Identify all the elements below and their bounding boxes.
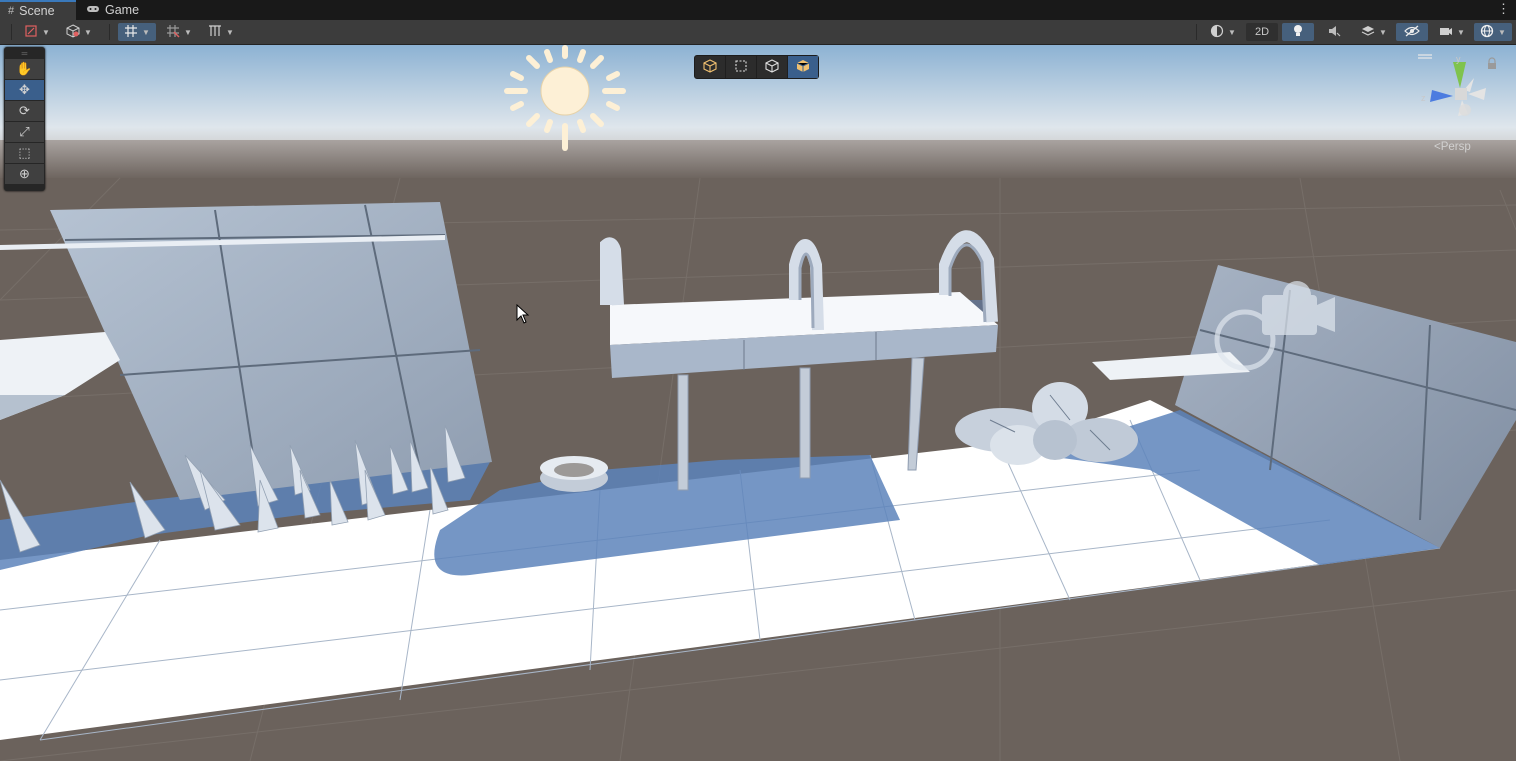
chevron-down-icon: ▼ [184, 27, 192, 37]
gizmo-center-cube[interactable] [1455, 88, 1467, 100]
view-tool-button[interactable]: ✋ [5, 59, 44, 79]
component-tools-overlay [694, 55, 819, 79]
grid-snap-icon [124, 24, 138, 41]
lightbulb-icon [1292, 24, 1304, 41]
chevron-down-icon: ▼ [1228, 27, 1236, 37]
hand-icon: ✋ [16, 61, 33, 76]
chevron-down-icon: ▼ [1457, 27, 1465, 37]
cube-wire-button[interactable] [757, 56, 788, 78]
render-mode-button[interactable]: ▼ [60, 23, 98, 41]
tab-scene[interactable]: # Scene [0, 0, 76, 20]
shading-button[interactable]: ▼ [1204, 23, 1242, 41]
rotate-icon: ⟳ [19, 103, 30, 118]
gizmos-button[interactable]: ▼ [1474, 23, 1512, 41]
gizmo-ball [1459, 104, 1471, 116]
mouse-cursor-icon [516, 303, 530, 327]
y-axis-label: y [1456, 54, 1461, 64]
more-options-icon[interactable]: ⋮ [1497, 2, 1510, 16]
toolbar-separator [1196, 24, 1197, 40]
move-icon: ✥ [19, 82, 30, 97]
dashed-rect-icon [734, 59, 748, 76]
grid-icon: # [8, 5, 15, 17]
projection-toggle[interactable]: <Persp [1434, 141, 1471, 153]
toolbar-separator [109, 24, 110, 40]
cube-solid-button[interactable] [788, 56, 818, 78]
chevron-down-icon: ▼ [84, 27, 92, 37]
grid-snap-button[interactable]: ▼ [118, 23, 156, 41]
lighting-toggle[interactable] [1282, 23, 1314, 41]
chevron-down-icon: ▼ [226, 27, 234, 37]
pivot-cube-button[interactable] [695, 56, 726, 78]
rotate-tool-button[interactable]: ⟳ [5, 101, 44, 121]
tab-game[interactable]: Game [78, 0, 148, 20]
layers-icon [1361, 24, 1375, 41]
gizmo-globe-icon [1480, 24, 1494, 41]
chevron-down-icon: ▼ [1498, 27, 1506, 37]
scene-visibility-toggle[interactable] [1396, 23, 1428, 41]
cube-solid-icon [796, 59, 810, 76]
scale-tool-button[interactable]: ⤢ [5, 122, 44, 142]
sun-icon[interactable] [503, 44, 627, 152]
z-axis-cone[interactable] [1430, 90, 1453, 102]
horizon-haze [0, 140, 1516, 180]
transform-tool-button[interactable]: ⊕ [5, 164, 44, 184]
increment-snap-icon [166, 24, 180, 41]
eye-hidden-icon [1404, 25, 1420, 40]
audio-toggle[interactable] [1318, 23, 1350, 41]
chevron-down-icon: ▼ [1379, 27, 1387, 37]
projection-label: Persp [1440, 141, 1471, 153]
drag-handle-icon[interactable]: ═ [4, 47, 45, 59]
move-tool-button[interactable]: ✥ [5, 80, 44, 100]
rect-select-button[interactable] [726, 56, 757, 78]
two-d-toggle[interactable]: 2D [1246, 23, 1278, 41]
scene-toolbar: ▼ ▼ ▼ ▼ ▼ ▼ 2D ▼ ▼ ▼ [0, 20, 1516, 45]
cube-icon [703, 58, 717, 76]
increment-snap-button[interactable]: ▼ [160, 23, 198, 41]
scene-viewport[interactable] [0, 45, 1516, 761]
chevron-down-icon: ▼ [142, 27, 150, 37]
scale-icon: ⤢ [19, 124, 30, 139]
two-d-label: 2D [1254, 26, 1270, 38]
draw-mode-button[interactable]: ▼ [18, 23, 56, 41]
rect-icon: ⬚ [18, 145, 31, 160]
chevron-down-icon: ▼ [42, 27, 50, 37]
camera-settings-button[interactable]: ▼ [1432, 23, 1472, 41]
rect-tool-button[interactable]: ⬚ [5, 143, 44, 163]
sphere-icon [1210, 24, 1224, 41]
toolbar-separator [11, 24, 12, 40]
cube-outline-icon [66, 23, 80, 41]
tab-game-label: Game [105, 3, 140, 17]
audio-mute-icon [1327, 24, 1341, 41]
tools-overlay: ═ ✋ ✥ ⟳ ⤢ ⬚ ⊕ [4, 47, 45, 191]
tab-bar: # Scene Game ⋮ [0, 0, 1516, 20]
chevron-left-icon: < [1434, 141, 1441, 153]
align-icon [208, 24, 222, 41]
y-axis-cone[interactable] [1453, 62, 1466, 88]
cube-wire-icon [765, 58, 779, 76]
transform-icon: ⊕ [19, 166, 30, 181]
x-axis-cone[interactable] [1468, 88, 1486, 100]
gamepad-icon [86, 4, 100, 17]
camera-icon [1439, 25, 1453, 40]
tab-scene-label: Scene [19, 4, 55, 18]
align-button[interactable]: ▼ [202, 23, 240, 41]
effects-button[interactable]: ▼ [1354, 23, 1394, 41]
z-axis-label: z [1421, 93, 1426, 103]
gizmo-menu-icon[interactable] [1418, 54, 1432, 59]
ring-object [540, 456, 608, 492]
shading-mode-icon [24, 24, 38, 41]
lock-icon[interactable] [1488, 57, 1496, 69]
